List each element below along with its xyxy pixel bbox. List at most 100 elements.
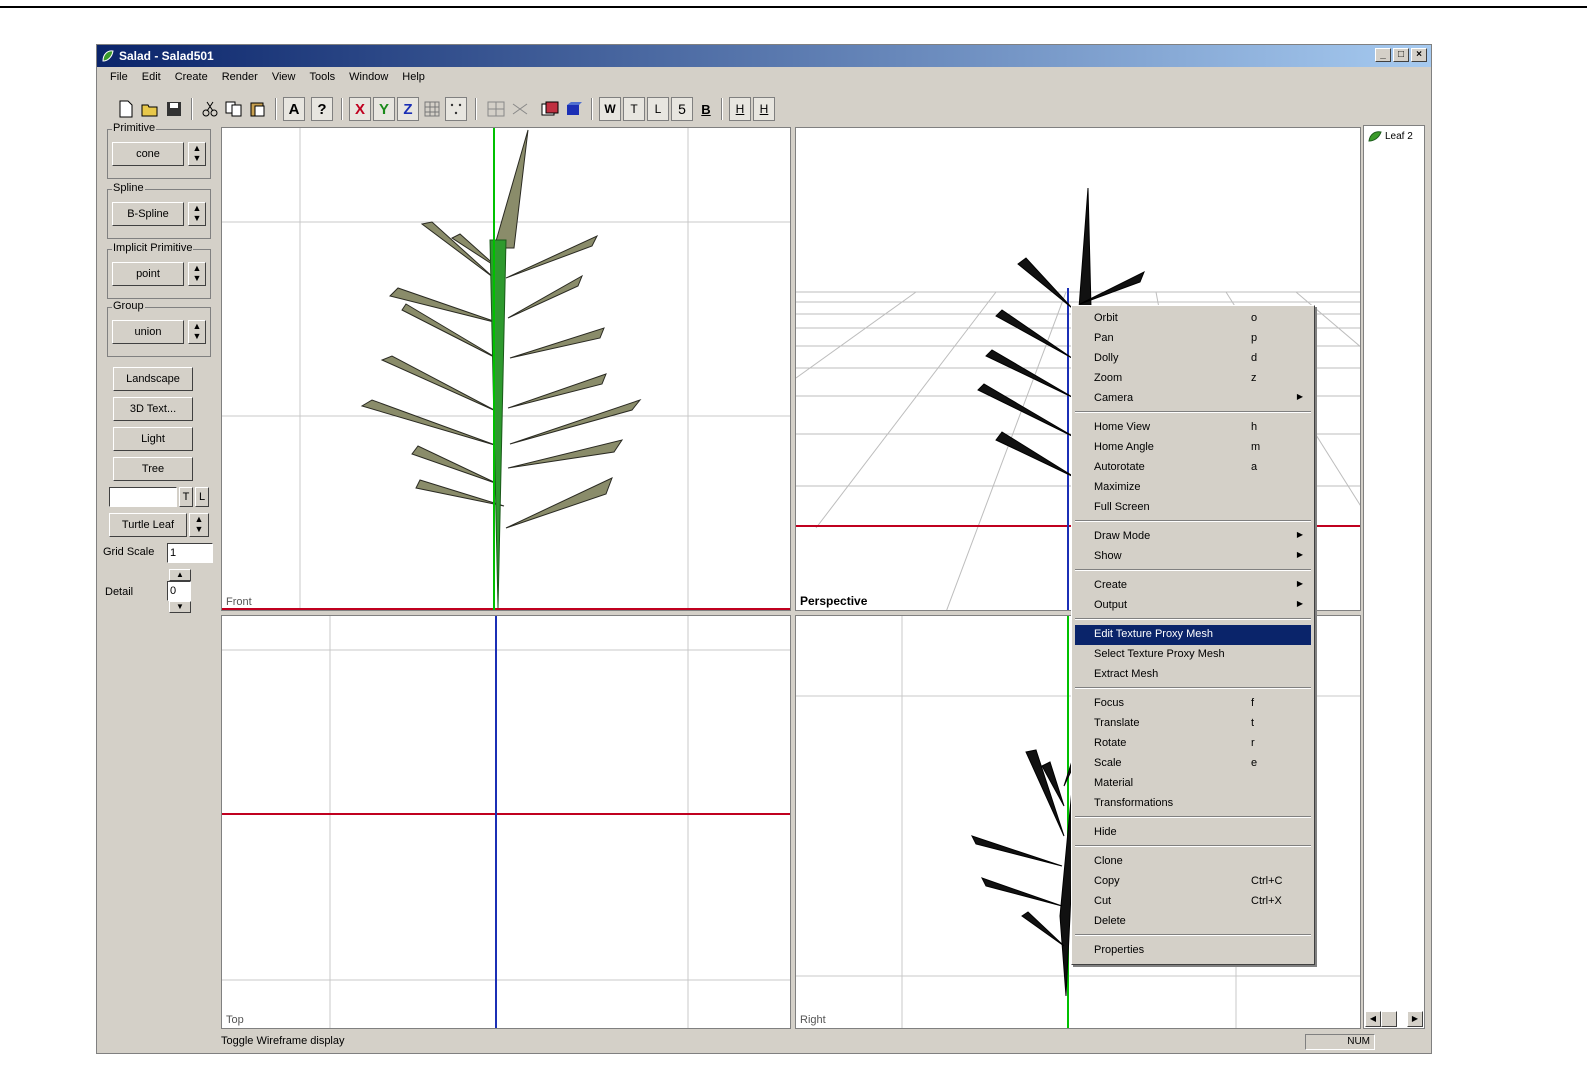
menu-item-maximize[interactable]: Maximize xyxy=(1075,478,1311,498)
b-button[interactable]: B xyxy=(695,97,717,121)
menu-item-edit-texture-proxy-mesh[interactable]: Edit Texture Proxy Mesh xyxy=(1075,625,1311,645)
menu-item-full-screen[interactable]: Full Screen xyxy=(1075,498,1311,518)
menu-item-material[interactable]: Material xyxy=(1075,774,1311,794)
detail-down-button[interactable]: ▼ xyxy=(169,601,191,613)
menu-item-extract-mesh[interactable]: Extract Mesh xyxy=(1075,665,1311,685)
z-axis-button[interactable]: Z xyxy=(397,97,419,121)
menu-item-dolly[interactable]: Dolly d xyxy=(1075,349,1311,369)
t-button[interactable]: T xyxy=(623,97,645,121)
scroll-right-button[interactable]: ▶ xyxy=(1407,1011,1423,1027)
menu-file[interactable]: File xyxy=(103,69,135,87)
menu-item-draw-mode[interactable]: Draw Mode ▶ xyxy=(1075,527,1311,547)
viewport-front[interactable]: Front xyxy=(221,127,791,611)
material-button[interactable] xyxy=(563,97,585,121)
save-button[interactable] xyxy=(163,97,185,121)
detail-input[interactable]: 0 xyxy=(167,581,191,601)
implicit-value[interactable]: point xyxy=(112,262,184,286)
spline-value[interactable]: B-Spline xyxy=(112,202,184,226)
grid-scale-input[interactable]: 1 xyxy=(167,543,213,563)
menu-item-orbit[interactable]: Orbit o xyxy=(1075,309,1311,329)
menu-item-label: Orbit xyxy=(1094,312,1118,324)
copy-button[interactable] xyxy=(223,97,245,121)
menu-item-hide[interactable]: Hide xyxy=(1075,823,1311,843)
spline-combo[interactable]: B-Spline ▲ ▼ xyxy=(112,202,206,226)
implicit-combo[interactable]: point ▲ ▼ xyxy=(112,262,206,286)
menu-item-scale[interactable]: Scale e xyxy=(1075,754,1311,774)
group-combo[interactable]: union ▲ ▼ xyxy=(112,320,206,344)
menu-window[interactable]: Window xyxy=(342,69,395,87)
grid-button[interactable] xyxy=(421,97,443,121)
menu-item-translate[interactable]: Translate t xyxy=(1075,714,1311,734)
spline-spinner[interactable]: ▲ ▼ xyxy=(188,202,206,226)
menu-edit[interactable]: Edit xyxy=(135,69,168,87)
scroll-thumb[interactable] xyxy=(1381,1011,1397,1027)
five-button[interactable]: 5 xyxy=(671,97,693,121)
group-value[interactable]: union xyxy=(112,320,184,344)
menu-view[interactable]: View xyxy=(265,69,303,87)
menu-item-camera[interactable]: Camera ▶ xyxy=(1075,389,1311,409)
menu-create[interactable]: Create xyxy=(168,69,215,87)
y-axis-button[interactable]: Y xyxy=(373,97,395,121)
menu-item-show[interactable]: Show ▶ xyxy=(1075,547,1311,567)
new-file-button[interactable] xyxy=(115,97,137,121)
detail-up-button[interactable]: ▲ xyxy=(169,569,191,581)
menu-item-copy[interactable]: Copy Ctrl+C xyxy=(1075,872,1311,892)
h-button-1[interactable]: H xyxy=(729,97,751,121)
w-button[interactable]: W xyxy=(599,97,621,121)
open-file-button[interactable] xyxy=(139,97,161,121)
toolbar-separator xyxy=(191,98,193,120)
group-spinner[interactable]: ▲ ▼ xyxy=(188,320,206,344)
layout-grid-button[interactable] xyxy=(485,97,507,121)
maximize-button[interactable]: □ xyxy=(1393,48,1409,62)
cut-button[interactable] xyxy=(199,97,221,121)
light-button[interactable]: Light xyxy=(113,427,193,451)
menu-item-autorotate[interactable]: Autorotate a xyxy=(1075,458,1311,478)
x-axis-button[interactable]: X xyxy=(349,97,371,121)
menu-item-create[interactable]: Create ▶ xyxy=(1075,576,1311,596)
l-small-button[interactable]: L xyxy=(195,487,209,507)
font-button[interactable]: A xyxy=(283,97,305,121)
menu-item-transformations[interactable]: Transformations xyxy=(1075,794,1311,814)
help-button[interactable]: ? xyxy=(311,97,333,121)
turtle-leaf-button[interactable]: Turtle Leaf xyxy=(109,513,187,537)
menu-item-properties[interactable]: Properties xyxy=(1075,941,1311,961)
landscape-button[interactable]: Landscape xyxy=(113,367,193,391)
menu-item-delete[interactable]: Delete xyxy=(1075,912,1311,932)
tree-item-leaf[interactable]: Leaf 2 xyxy=(1368,130,1413,142)
l-button[interactable]: L xyxy=(647,97,669,121)
split-view-button[interactable] xyxy=(509,97,531,121)
render-button[interactable] xyxy=(539,97,561,121)
menu-render[interactable]: Render xyxy=(215,69,265,87)
menu-item-clone[interactable]: Clone xyxy=(1075,852,1311,872)
primitive-value[interactable]: cone xyxy=(112,142,184,166)
t-small-button[interactable]: T xyxy=(179,487,193,507)
paste-button[interactable] xyxy=(247,97,269,121)
h-button-2[interactable]: H xyxy=(753,97,775,121)
primitive-combo[interactable]: cone ▲ ▼ xyxy=(112,142,206,166)
scroll-left-button[interactable]: ◀ xyxy=(1365,1011,1381,1027)
3d-text-button[interactable]: 3D Text... xyxy=(113,397,193,421)
implicit-spinner[interactable]: ▲ ▼ xyxy=(188,262,206,286)
menu-item-output[interactable]: Output ▶ xyxy=(1075,596,1311,616)
leaf-name-field[interactable] xyxy=(109,487,177,507)
menu-item-cut[interactable]: Cut Ctrl+X xyxy=(1075,892,1311,912)
snap-button[interactable] xyxy=(445,97,467,121)
menu-separator xyxy=(1075,816,1311,818)
menu-item-pan[interactable]: Pan p xyxy=(1075,329,1311,349)
menu-item-select-texture-proxy-mesh[interactable]: Select Texture Proxy Mesh xyxy=(1075,645,1311,665)
menu-help[interactable]: Help xyxy=(395,69,432,87)
close-button[interactable]: × xyxy=(1411,48,1427,62)
viewport-top[interactable]: Top xyxy=(221,615,791,1029)
menu-item-rotate[interactable]: Rotate r xyxy=(1075,734,1311,754)
tree-button[interactable]: Tree xyxy=(113,457,193,481)
menu-item-home-view[interactable]: Home View h xyxy=(1075,418,1311,438)
menu-item-shortcut: r xyxy=(1251,737,1255,749)
minimize-button[interactable]: _ xyxy=(1375,48,1391,62)
menu-tools[interactable]: Tools xyxy=(302,69,342,87)
turtle-leaf-spinner[interactable]: ▲ ▼ xyxy=(189,513,209,537)
menu-item-focus[interactable]: Focus f xyxy=(1075,694,1311,714)
split-view-icon xyxy=(512,103,528,115)
primitive-spinner[interactable]: ▲ ▼ xyxy=(188,142,206,166)
menu-item-zoom[interactable]: Zoom z xyxy=(1075,369,1311,389)
menu-item-home-angle[interactable]: Home Angle m xyxy=(1075,438,1311,458)
